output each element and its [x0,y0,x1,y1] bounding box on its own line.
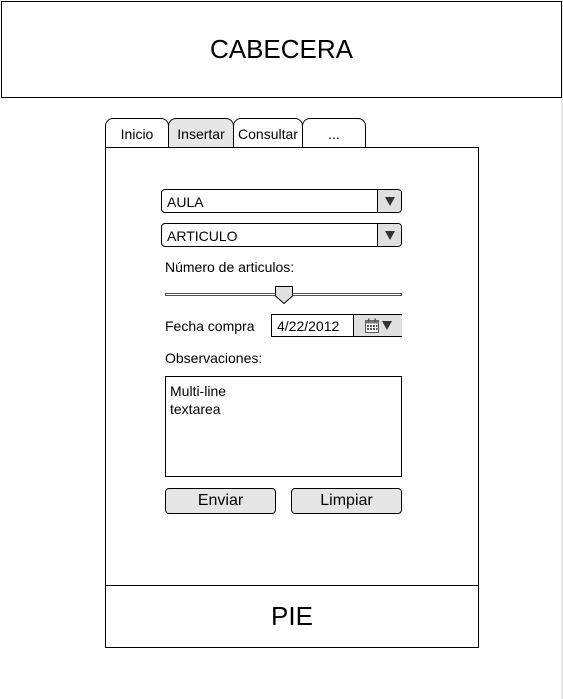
page-footer: PIE [105,585,479,648]
aula-select-value: AULA [167,194,204,210]
triangle-down-icon [384,196,395,206]
tab-inicio-label: Inicio [120,125,154,142]
tab-inicio[interactable]: Inicio [105,118,169,148]
notes-textarea[interactable]: Multi-line textarea [165,376,402,477]
articulo-select-button[interactable] [377,224,401,246]
calendar-icon [365,318,379,333]
aula-select-button[interactable] [377,190,401,212]
page-header: CABECERA [1,1,562,98]
articulo-select[interactable]: ARTICULO [161,223,402,247]
tab-insertar-label: Insertar [177,125,225,142]
submit-button[interactable]: Enviar [165,488,276,514]
tab-insertar[interactable]: Insertar [168,118,234,148]
quantity-label: Número de articulos: [165,259,295,275]
purchase-date-value: 4/22/2012 [277,318,340,334]
aula-select[interactable]: AULA [161,189,402,213]
articulo-select-value: ARTICULO [167,228,238,244]
triangle-down-icon [382,321,392,330]
footer-title: PIE [271,601,313,631]
date-picker-button[interactable] [353,315,402,336]
tab-consultar-label: Consultar [238,125,298,142]
reset-button-label: Limpiar [320,492,373,509]
submit-button-label: Enviar [197,492,244,509]
tab-consultar[interactable]: Consultar [233,118,303,148]
tab-more[interactable]: ... [302,118,366,148]
quantity-slider-knob[interactable] [274,285,294,305]
purchase-date-field[interactable]: 4/22/2012 [271,314,402,337]
reset-button[interactable]: Limpiar [291,488,402,514]
triangle-down-icon [384,230,395,240]
date-label: Fecha compra [165,318,255,334]
header-title: CABECERA [209,34,354,64]
tab-more-label: ... [328,125,340,142]
notes-label: Observaciones: [165,350,263,366]
